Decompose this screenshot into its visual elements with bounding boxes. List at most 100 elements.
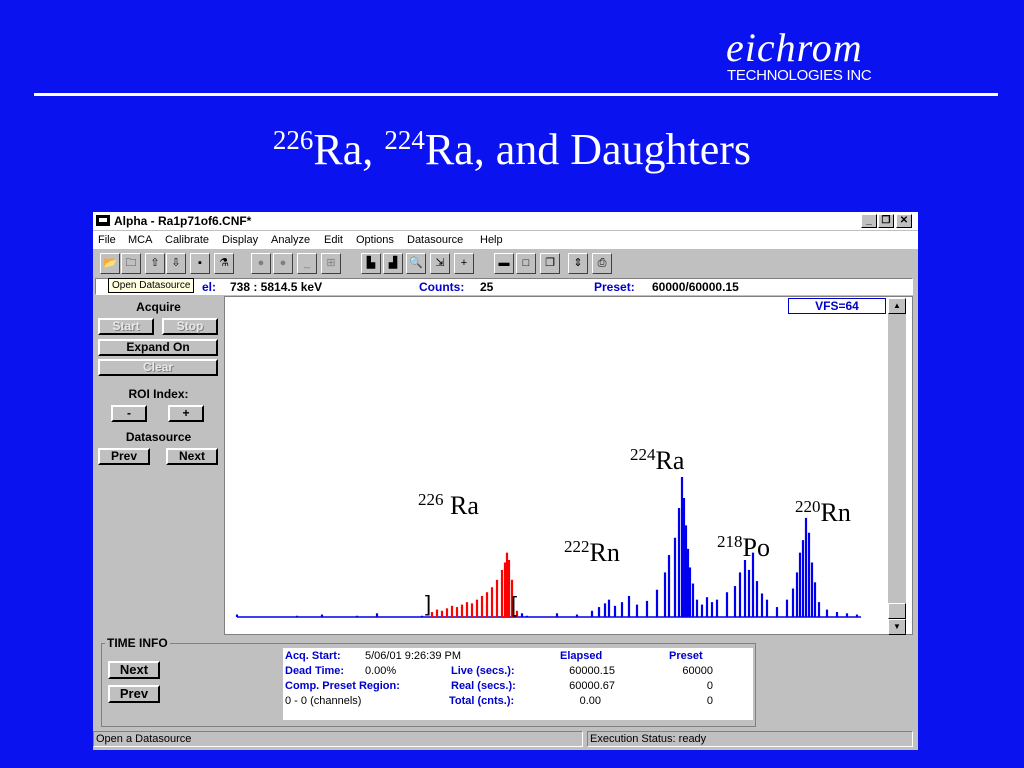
live-preset-value: 60000 [682,665,713,677]
acq-start-label: Acq. Start: [285,650,341,662]
roi-index-title: ROI Index: [128,387,189,401]
window-title: Alpha - Ra1p71of6.CNF* [114,214,252,228]
control-panel: Acquire Start Stop Expand On Clear ROI I… [93,296,224,636]
channel-value: 738 : 5814.5 keV [230,280,323,294]
scroll-thumb[interactable] [888,603,906,619]
roi-plus-button[interactable]: + [168,405,204,422]
menu-datasource[interactable]: Datasource [407,233,463,247]
zoom-icon[interactable]: 🔍 [406,253,426,274]
roi-right-bracket: [ [511,592,518,617]
menu-bar: File MCA Calibrate Display Analyze Edit … [93,231,918,249]
window-titlebar[interactable]: Alpha - Ra1p71of6.CNF* _ ❐ ✕ [93,212,918,230]
save-icon[interactable]: ▪ [190,253,210,274]
menu-edit[interactable]: Edit [324,233,343,247]
start-button[interactable]: Start [98,318,154,335]
flask-icon[interactable]: ⚗ [214,253,234,274]
plus-icon[interactable]: + [454,253,474,274]
status-message: Open a Datasource [93,731,583,747]
scroll-up-arrow[interactable]: ▲ [888,298,906,314]
menu-file[interactable]: File [98,233,116,247]
roi-minus-button[interactable]: - [111,405,147,422]
live-secs-label: Live (secs.): [451,665,515,677]
vfs-indicator: VFS=64 [788,298,886,314]
log-chart-icon[interactable]: ▟ [383,253,403,274]
real-elapsed-value: 60000.67 [569,680,615,692]
peak-el: Rn [589,538,620,567]
preset-label: Preset: [594,280,635,294]
time-prev-button[interactable]: Prev [108,685,160,703]
peak-iso: 220 [795,497,821,516]
execution-status: Execution Status: ready [587,731,913,747]
total-preset-value: 0 [706,695,713,707]
next-datasource-button[interactable]: Next [166,448,218,465]
title-isotope-2: 224 [384,125,425,155]
menu-calibrate[interactable]: Calibrate [165,233,209,247]
time-next-button[interactable]: Next [108,661,160,679]
menu-display[interactable]: Display [222,233,258,247]
cascade-icon[interactable]: ❐ [540,253,560,274]
print-icon[interactable]: ⎙ [592,253,612,274]
real-secs-label: Real (secs.): [451,680,516,692]
datasource-title: Datasource [125,430,192,444]
peak-iso: 224 [630,445,656,464]
arrow-down-icon[interactable]: ⇩ [166,253,186,274]
minimize-window-icon[interactable]: ▬ [494,253,514,274]
minimize-button[interactable]: _ [861,214,877,228]
menu-mca[interactable]: MCA [128,233,152,247]
blank-icon[interactable]: _ [297,253,317,274]
time-info-panel: Acq. Start: 5/06/01 9:26:39 PM Elapsed P… [283,648,753,720]
logo-subtitle: TECHNOLOGIES INC [727,67,872,84]
spectrum-plot[interactable]: VFS=64 ] [ 226 Ra 222Rn 224Ra 218Po 220R… [224,296,913,635]
total-elapsed-value: 0.00 [579,695,601,707]
scroll-down-arrow[interactable]: ▼ [888,619,906,635]
clear-button[interactable]: Clear [98,359,218,376]
peak-el: Ra [443,491,479,520]
app-icon[interactable] [96,215,110,226]
roi-left-bracket: ] [425,591,432,616]
header-rule [34,93,998,96]
preset-value: 60000/60000.15 [652,280,739,294]
peak-label-rn222: 222Rn [564,538,620,567]
roi-icon[interactable]: ⇲ [430,253,450,274]
close-button[interactable]: ✕ [896,214,912,228]
menu-analyze[interactable]: Analyze [271,233,310,247]
peak-label-ra224: 224Ra [630,445,684,475]
title-element-2: Ra, and Daughters [424,125,752,174]
restore-button[interactable]: ❐ [878,214,894,228]
bar-chart-icon[interactable]: ▙ [361,253,381,274]
time-info-legend: TIME INFO [105,636,170,650]
vertical-scrollbar[interactable]: ▲ ▼ [888,298,906,635]
dead-time-value: 0.00% [365,665,397,677]
total-cnts-label: Total (cnts.): [449,695,515,707]
prev-datasource-button[interactable]: Prev [98,448,150,465]
toolbar: 📂 🗀 ⇧ ⇩ ▪ ⚗ ● ● _ ⊞ ▙ ▟ 🔍 ⇲ + ▬ □ ❐ ⇕ ⎙ [93,250,918,278]
info-bar: el: 738 : 5814.5 keV Counts: 25 Preset: … [95,278,913,295]
logo-word: eichrom [726,25,863,70]
preset-header: Preset [669,650,703,662]
expand-on-button[interactable]: Expand On [98,339,218,356]
stack-icon[interactable]: ⊞ [321,253,341,274]
counts-label: Counts: [419,280,465,294]
alpha-app-window: Alpha - Ra1p71of6.CNF* _ ❐ ✕ File MCA Ca… [93,212,918,750]
status-bar: Open a Datasource Execution Status: read… [93,730,918,748]
peak-label-po218: 218Po [717,533,770,562]
menu-help[interactable]: Help [480,233,503,247]
arrow-up-icon[interactable]: ⇧ [145,253,165,274]
peak-label-ra226: 226 Ra [418,491,479,520]
restore-window-icon[interactable]: □ [516,253,536,274]
dead-time-label: Dead Time: [285,665,345,677]
open-datasource-icon[interactable]: 🗀 [121,253,141,274]
record-icon[interactable]: ● [251,253,271,274]
peak-el: Po [742,533,770,562]
acquire-title: Acquire [136,300,181,314]
real-preset-value: 0 [706,680,713,692]
menu-options[interactable]: Options [356,233,394,247]
spectrum-chart [235,477,861,618]
eichrom-logo: eichrom TECHNOLOGIES INC [726,28,906,84]
fit-icon[interactable]: ⇕ [568,253,588,274]
title-element-1: Ra, [313,125,385,174]
stop-button[interactable]: Stop [162,318,218,335]
record-icon[interactable]: ● [273,253,293,274]
title-isotope-1: 226 [272,125,314,155]
open-folder-icon[interactable]: 📂 [100,253,120,274]
